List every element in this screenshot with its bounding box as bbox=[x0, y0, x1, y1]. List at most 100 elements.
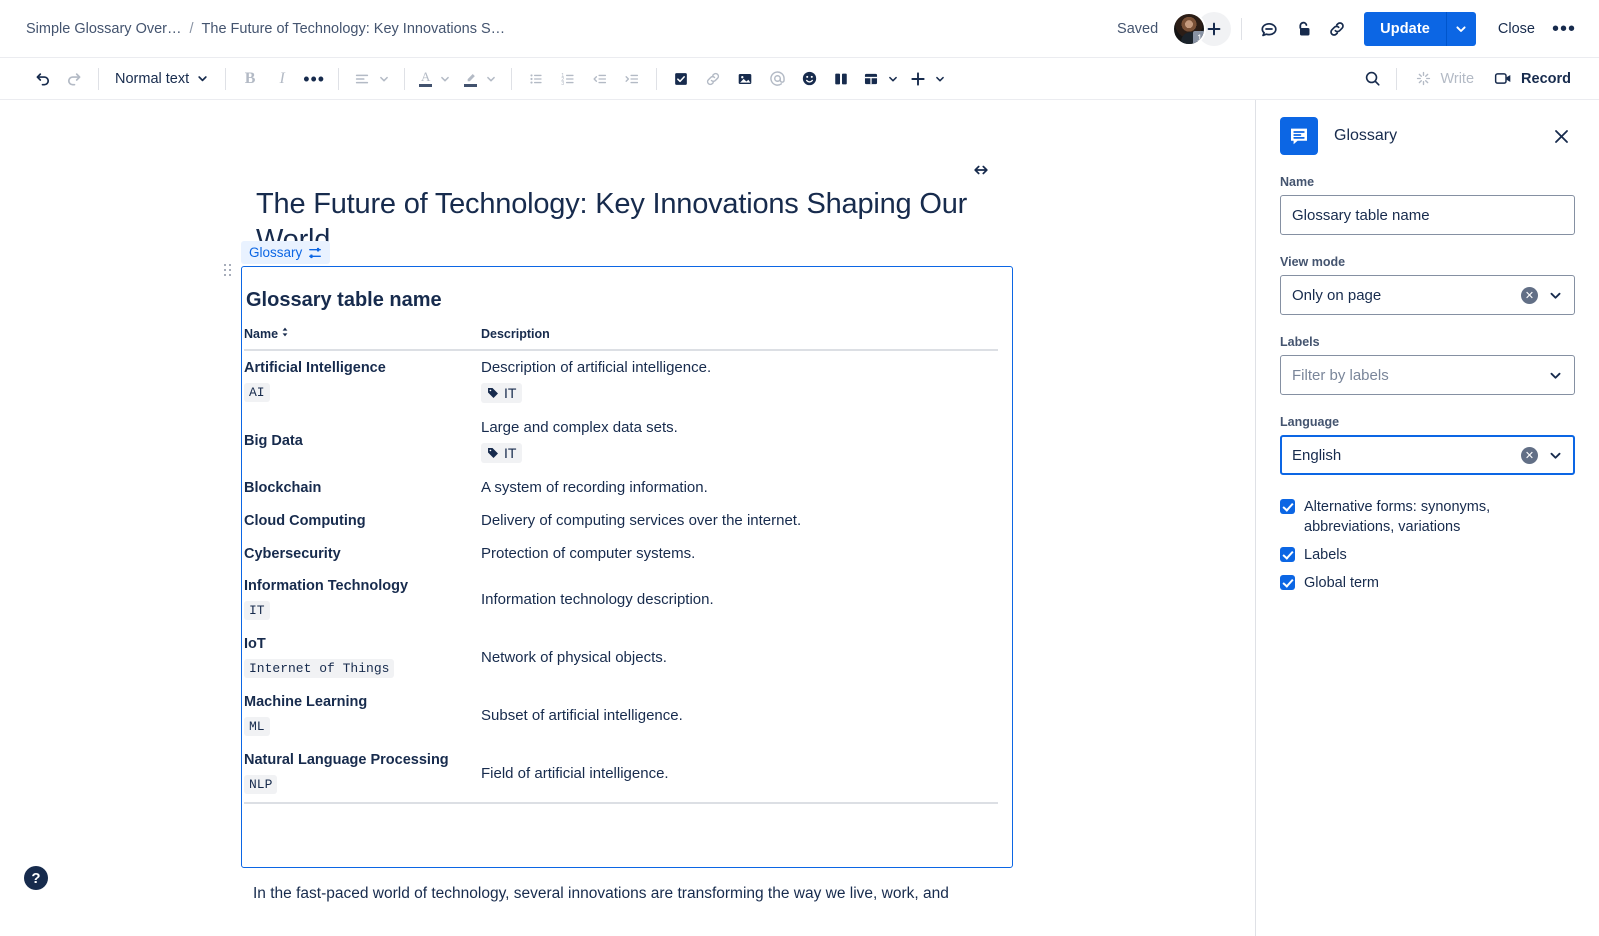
bold-button[interactable]: B bbox=[235, 64, 265, 94]
update-options-button[interactable] bbox=[1446, 12, 1476, 46]
column-header-description[interactable]: Description bbox=[481, 326, 998, 350]
checkbox-icon[interactable] bbox=[1280, 547, 1295, 562]
table-row[interactable]: IoTInternet of ThingsNetwork of physical… bbox=[244, 628, 998, 686]
term-label: Natural Language Processing bbox=[244, 752, 481, 768]
term-label: Machine Learning bbox=[244, 694, 481, 710]
expand-width-button[interactable] bbox=[971, 163, 991, 182]
column-header-name[interactable]: Name bbox=[244, 326, 481, 350]
table-row[interactable]: Natural Language ProcessingNLPField of a… bbox=[244, 744, 998, 803]
avatar[interactable]: 1 bbox=[1172, 12, 1206, 46]
cell-description: Information technology description. bbox=[481, 570, 998, 628]
link-button[interactable] bbox=[698, 64, 728, 94]
bullet-list-button[interactable] bbox=[521, 64, 551, 94]
more-actions-button[interactable]: ••• bbox=[1547, 12, 1581, 46]
table-row[interactable]: BlockchainA system of recording informat… bbox=[244, 471, 998, 504]
macro-chip-glossary[interactable]: Glossary bbox=[241, 241, 330, 264]
description-text: Description of artificial intelligence. bbox=[481, 359, 998, 376]
clear-icon[interactable]: ✕ bbox=[1521, 287, 1538, 304]
align-left-icon bbox=[353, 70, 371, 88]
help-button[interactable]: ? bbox=[24, 866, 48, 890]
table-dropdown[interactable] bbox=[857, 64, 904, 94]
task-list-button[interactable] bbox=[666, 64, 696, 94]
chevron-down-icon[interactable] bbox=[1548, 288, 1563, 303]
checkbox-icon[interactable] bbox=[1280, 575, 1295, 590]
panel-close-button[interactable] bbox=[1547, 122, 1575, 150]
language-select[interactable]: English ✕ bbox=[1280, 435, 1575, 475]
checkbox-label: Alternative forms: synonyms, abbreviatio… bbox=[1304, 497, 1514, 537]
editor-canvas[interactable]: The Future of Technology: Key Innovation… bbox=[0, 100, 1255, 936]
name-input[interactable]: Glossary table name bbox=[1280, 195, 1575, 235]
table-row[interactable]: Big DataLarge and complex data sets.IT bbox=[244, 411, 998, 471]
description-text: Protection of computer systems. bbox=[481, 545, 998, 562]
checkbox-row[interactable]: Labels bbox=[1280, 545, 1575, 565]
description-label-chip[interactable]: IT bbox=[481, 383, 522, 403]
breadcrumb-page[interactable]: The Future of Technology: Key Innovation… bbox=[202, 21, 506, 37]
copy-link-button[interactable] bbox=[1320, 12, 1354, 46]
sort-updown-icon[interactable] bbox=[281, 326, 289, 340]
cell-description: Description of artificial intelligence. I… bbox=[481, 350, 998, 411]
text-color-dropdown[interactable]: A bbox=[413, 64, 457, 94]
search-button[interactable] bbox=[1357, 64, 1387, 94]
numbered-list-button[interactable]: 1 2 3 bbox=[553, 64, 583, 94]
column-header-name-label: Name bbox=[244, 327, 278, 341]
link-icon bbox=[1327, 19, 1347, 39]
image-button[interactable] bbox=[730, 64, 760, 94]
page-title[interactable]: The Future of Technology: Key Innovation… bbox=[256, 186, 996, 258]
italic-button[interactable]: I bbox=[267, 64, 297, 94]
emoji-button[interactable] bbox=[794, 64, 824, 94]
clear-icon[interactable]: ✕ bbox=[1521, 447, 1538, 464]
numbered-list-icon: 1 2 3 bbox=[559, 70, 577, 88]
glossary-macro-container[interactable]: Glossary table name Name bbox=[241, 266, 1013, 868]
more-formatting-button[interactable]: ••• bbox=[299, 64, 329, 94]
table-row[interactable]: Information TechnologyITInformation tech… bbox=[244, 570, 998, 628]
footer-cell bbox=[244, 803, 481, 829]
outdent-button[interactable] bbox=[585, 64, 615, 94]
panel-checkbox-group: Alternative forms: synonyms, abbreviatio… bbox=[1280, 497, 1575, 593]
chevron-down-icon[interactable] bbox=[1548, 368, 1563, 383]
comment-button[interactable] bbox=[1252, 12, 1286, 46]
term-label: Big Data bbox=[244, 433, 481, 449]
body-paragraph[interactable]: In the fast-paced world of technology, s… bbox=[253, 882, 993, 906]
update-button[interactable]: Update bbox=[1364, 12, 1446, 46]
footer-cell bbox=[481, 803, 998, 829]
table-row[interactable]: CybersecurityProtection of computer syst… bbox=[244, 537, 998, 570]
text-style-dropdown[interactable]: Normal text bbox=[107, 64, 217, 94]
table-row[interactable]: Machine LearningMLSubset of artificial i… bbox=[244, 686, 998, 744]
undo-button[interactable] bbox=[27, 64, 57, 94]
alignment-dropdown[interactable] bbox=[347, 64, 396, 94]
term-label: Cybersecurity bbox=[244, 546, 481, 562]
ai-sparkle-icon bbox=[1415, 70, 1432, 87]
chevron-down-icon bbox=[887, 73, 899, 85]
chevron-down-icon[interactable] bbox=[1548, 448, 1563, 463]
checkbox-row[interactable]: Alternative forms: synonyms, abbreviatio… bbox=[1280, 497, 1575, 537]
restrictions-button[interactable] bbox=[1286, 12, 1320, 46]
table-row[interactable]: Artificial IntelligenceAIDescription of … bbox=[244, 350, 998, 411]
redo-button[interactable] bbox=[59, 64, 89, 94]
mention-button[interactable] bbox=[762, 64, 792, 94]
view-mode-select[interactable]: Only on page ✕ bbox=[1280, 275, 1575, 315]
labels-select[interactable]: Filter by labels bbox=[1280, 355, 1575, 395]
view-mode-value: Only on page bbox=[1292, 287, 1521, 304]
highlight-dropdown[interactable] bbox=[457, 64, 503, 94]
table-icon bbox=[862, 70, 880, 88]
layouts-button[interactable] bbox=[826, 64, 856, 94]
highlighter-icon bbox=[463, 70, 478, 87]
checkbox-row[interactable]: Global term bbox=[1280, 573, 1575, 593]
breadcrumb-space[interactable]: Simple Glossary Over… bbox=[26, 21, 182, 37]
divider bbox=[1396, 68, 1397, 90]
editor-toolbar: Normal text B I ••• A bbox=[0, 58, 1599, 100]
indent-button[interactable] bbox=[617, 64, 647, 94]
checkbox-icon[interactable] bbox=[1280, 499, 1295, 514]
description-label-chip[interactable]: IT bbox=[481, 443, 522, 463]
horizontal-resize-icon bbox=[971, 163, 991, 177]
close-button[interactable]: Close bbox=[1486, 12, 1547, 46]
drag-handle-icon[interactable] bbox=[224, 262, 234, 278]
checkbox-label: Labels bbox=[1304, 545, 1347, 565]
insert-dropdown[interactable] bbox=[904, 64, 951, 94]
table-row[interactable]: Cloud ComputingDelivery of computing ser… bbox=[244, 504, 998, 537]
write-button[interactable]: Write bbox=[1405, 64, 1484, 94]
macro-chip-label: Glossary bbox=[249, 245, 302, 260]
chevron-down-icon bbox=[378, 73, 390, 85]
record-button[interactable]: Record bbox=[1484, 64, 1581, 94]
svg-text:3: 3 bbox=[561, 80, 564, 86]
